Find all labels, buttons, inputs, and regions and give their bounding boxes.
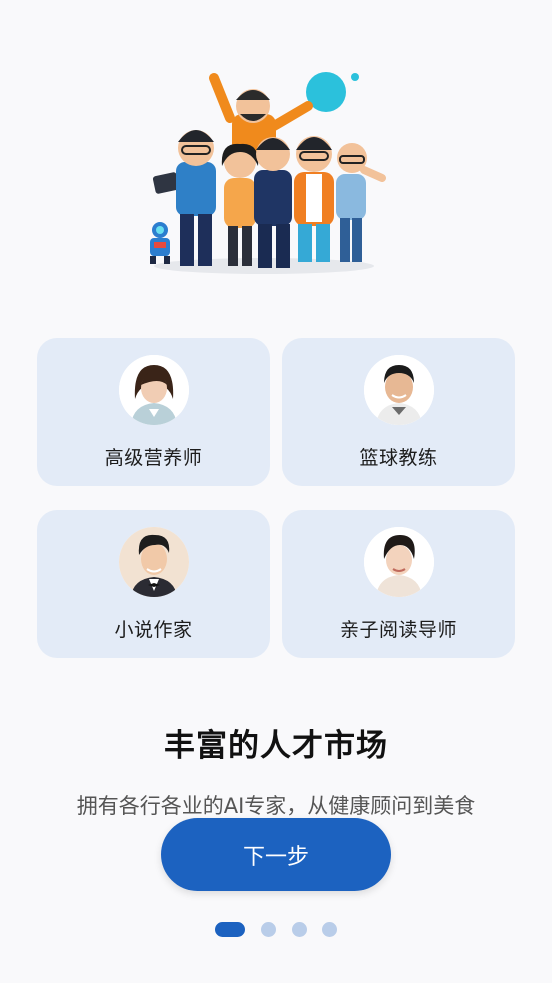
reading-mentor-avatar [363, 527, 434, 597]
page-title: 丰富的人才市场 [164, 728, 388, 764]
card-label: 小说作家 [114, 619, 193, 641]
expert-card-novelist[interactable]: 小说作家 [37, 510, 270, 658]
basketball-coach-avatar [363, 355, 434, 425]
card-label: 亲子阅读导师 [339, 619, 457, 641]
card-label: 高级营养师 [104, 447, 203, 469]
expert-card-basketball-coach[interactable]: 篮球教练 [282, 338, 515, 486]
nutritionist-avatar [118, 355, 189, 425]
page-dot[interactable] [322, 922, 337, 937]
page-dot-active[interactable] [215, 922, 245, 937]
novelist-avatar [118, 527, 189, 597]
next-button[interactable]: 下一步 [161, 818, 391, 891]
expert-card-reading-mentor[interactable]: 亲子阅读导师 [282, 510, 515, 658]
page-dot[interactable] [292, 922, 307, 937]
page-dot[interactable] [261, 922, 276, 937]
page-description: 拥有各行各业的AI专家，从健康顾问到美食 [76, 794, 476, 818]
expert-card-grid: 高级营养师 篮球教练 小说作家 亲子阅读导师 [37, 338, 515, 658]
expert-card-nutritionist[interactable]: 高级营养师 [37, 338, 270, 486]
hero-illustration [150, 72, 386, 274]
card-label: 篮球教练 [359, 447, 438, 469]
